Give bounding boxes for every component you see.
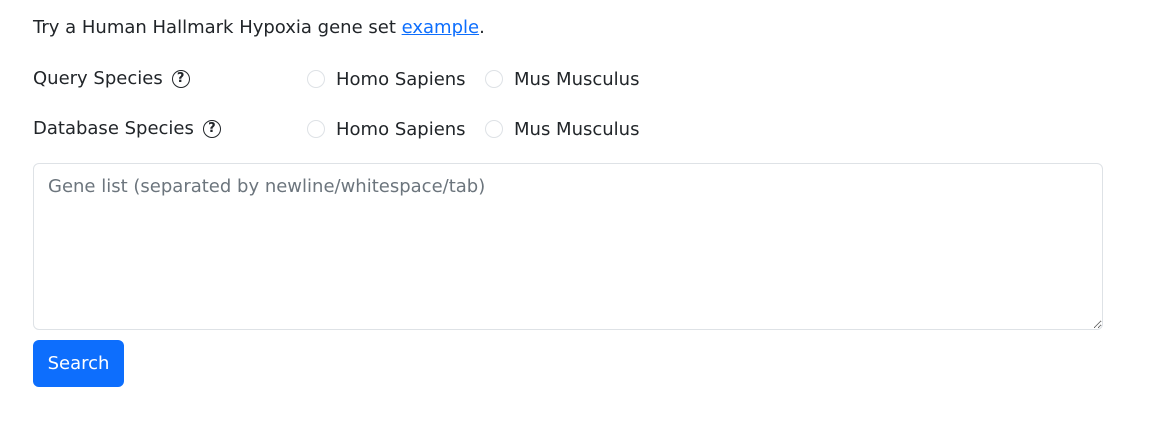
query-species-homo-sapiens-radio[interactable]: Homo Sapiens: [307, 66, 466, 92]
database-species-mus-musculus-radio[interactable]: Mus Musculus: [485, 116, 639, 142]
query-species-label-group: Query Species ?: [33, 66, 190, 92]
database-species-label-group: Database Species ?: [33, 116, 221, 142]
database-species-row: Database Species ? Homo Sapiens Mus Musc…: [33, 116, 1103, 142]
radio-circle-icon[interactable]: [485, 120, 503, 138]
intro-prefix: Try a Human Hallmark Hypoxia gene set: [33, 17, 402, 38]
database-species-label: Database Species: [33, 118, 194, 139]
database-species-homo-sapiens-radio[interactable]: Homo Sapiens: [307, 116, 466, 142]
intro-suffix: .: [479, 17, 485, 38]
question-circle-icon[interactable]: ?: [171, 70, 190, 88]
query-species-option-label: Homo Sapiens: [336, 68, 466, 90]
radio-circle-icon[interactable]: [307, 120, 325, 138]
radio-circle-icon[interactable]: [485, 70, 503, 88]
intro-text: Try a Human Hallmark Hypoxia gene set ex…: [33, 15, 485, 41]
query-species-row: Query Species ? Homo Sapiens Mus Musculu…: [33, 66, 1103, 92]
question-circle-icon[interactable]: ?: [202, 120, 221, 138]
query-species-option-label: Mus Musculus: [514, 68, 640, 90]
gene-list-input[interactable]: [33, 163, 1103, 330]
example-link[interactable]: example: [402, 17, 479, 38]
database-species-option-label: Mus Musculus: [514, 118, 640, 140]
search-button[interactable]: Search: [33, 340, 124, 387]
radio-circle-icon[interactable]: [307, 70, 325, 88]
query-species-mus-musculus-radio[interactable]: Mus Musculus: [485, 66, 639, 92]
query-species-label: Query Species: [33, 68, 163, 89]
database-species-option-label: Homo Sapiens: [336, 118, 466, 140]
